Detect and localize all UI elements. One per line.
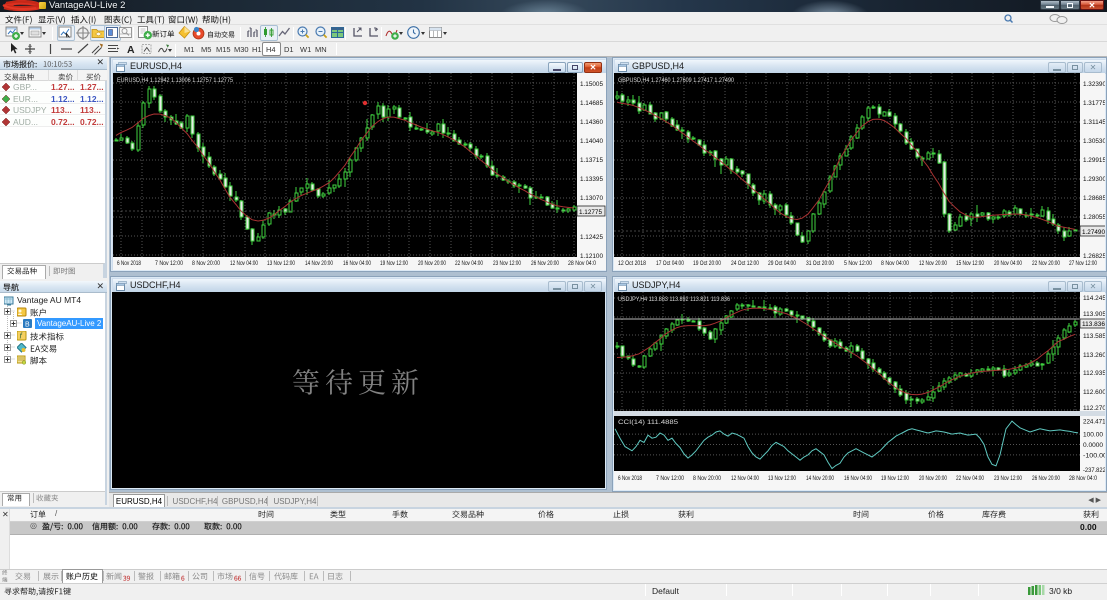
svg-text:20 Nov 04:00: 20 Nov 04:00 [994, 260, 1022, 267]
svg-text:114.245: 114.245 [1083, 295, 1105, 302]
svg-text:12 Nov 20:00: 12 Nov 20:00 [919, 260, 947, 267]
svg-text:1.28055: 1.28055 [1083, 214, 1105, 221]
svg-text:1.14040: 1.14040 [580, 138, 603, 145]
svg-text:22 Nov 04:00: 22 Nov 04:00 [455, 260, 483, 267]
svg-text:113.905: 113.905 [1083, 311, 1105, 318]
svg-text:22 Nov 04:00: 22 Nov 04:00 [956, 475, 984, 482]
svg-text:19 Nov 12:00: 19 Nov 12:00 [881, 475, 909, 482]
svg-text:13 Nov 12:00: 13 Nov 12:00 [768, 475, 796, 482]
svg-text:14 Nov 20:00: 14 Nov 20:00 [806, 475, 834, 482]
svg-text:6 Nov 2018: 6 Nov 2018 [618, 475, 642, 482]
svg-text:113.260: 113.260 [1083, 352, 1105, 359]
svg-text:19 Oct 20:00: 19 Oct 20:00 [693, 260, 721, 267]
svg-text:1.31775: 1.31775 [1083, 100, 1105, 107]
svg-text:100.00: 100.00 [1083, 432, 1104, 439]
svg-text:224.4718: 224.4718 [1083, 419, 1105, 426]
svg-text:12 Nov 04:00: 12 Nov 04:00 [230, 260, 258, 267]
svg-text:112.935: 112.935 [1083, 370, 1105, 377]
svg-text:1.12100: 1.12100 [580, 253, 603, 260]
svg-text:1.12775: 1.12775 [579, 209, 602, 216]
svg-text:19 Nov 12:00: 19 Nov 12:00 [380, 260, 408, 267]
svg-text:-100.00: -100.00 [1083, 452, 1105, 459]
svg-text:24 Oct 12:00: 24 Oct 12:00 [731, 260, 759, 267]
svg-text:16 Nov 04:00: 16 Nov 04:00 [844, 475, 872, 482]
svg-text:112.600: 112.600 [1083, 389, 1105, 396]
svg-text:6 Nov 2018: 6 Nov 2018 [117, 260, 141, 267]
svg-text:EURUSD,H4 1.12942 1.13006 1.12: EURUSD,H4 1.12942 1.13006 1.12757 1.1277… [117, 77, 233, 84]
svg-text:B: B [25, 322, 30, 329]
svg-text:112.270: 112.270 [1083, 405, 1105, 412]
svg-text:1.28685: 1.28685 [1083, 195, 1105, 202]
svg-text:1.31145: 1.31145 [1083, 119, 1105, 126]
svg-text:29 Oct 04:00: 29 Oct 04:00 [768, 260, 796, 267]
svg-text:20 Nov 20:00: 20 Nov 20:00 [418, 260, 446, 267]
svg-text:14 Nov 20:00: 14 Nov 20:00 [305, 260, 333, 267]
svg-text:26 Nov 20:00: 26 Nov 20:00 [1032, 475, 1060, 482]
svg-text:1.14685: 1.14685 [580, 100, 603, 107]
svg-text:1.14360: 1.14360 [580, 119, 603, 126]
svg-text:23 Nov 12:00: 23 Nov 12:00 [493, 260, 521, 267]
svg-text:20 Nov 20:00: 20 Nov 20:00 [919, 475, 947, 482]
svg-text:8 Nov 20:00: 8 Nov 20:00 [693, 475, 721, 482]
svg-text:1.26825: 1.26825 [1083, 253, 1105, 260]
svg-text:1.13395: 1.13395 [580, 176, 603, 183]
svg-text:1.30530: 1.30530 [1083, 138, 1105, 145]
svg-text:28 Nov 04:0: 28 Nov 04:0 [568, 260, 596, 267]
svg-text:7 Nov 12:00: 7 Nov 12:00 [155, 260, 183, 267]
svg-text:USDJPY,H4 113.883 113.892 113.: USDJPY,H4 113.883 113.892 113.821 113.83… [618, 296, 730, 303]
svg-text:CCI(14) 111.4885: CCI(14) 111.4885 [618, 419, 678, 426]
svg-text:7 Nov 12:00: 7 Nov 12:00 [656, 475, 684, 482]
svg-text:17 Oct 04:00: 17 Oct 04:00 [656, 260, 684, 267]
svg-text:1.29300: 1.29300 [1083, 176, 1105, 183]
svg-text:1.13070: 1.13070 [580, 195, 603, 202]
svg-text:5 Nov 12:00: 5 Nov 12:00 [844, 260, 872, 267]
svg-text:28 Nov 04:0: 28 Nov 04:0 [1069, 475, 1097, 482]
svg-text:16 Nov 04:00: 16 Nov 04:00 [343, 260, 371, 267]
svg-text:1.13715: 1.13715 [580, 157, 603, 164]
svg-text:8 Nov 20:00: 8 Nov 20:00 [192, 260, 220, 267]
svg-text:12 Nov 04:00: 12 Nov 04:00 [731, 475, 759, 482]
svg-text:0.0000: 0.0000 [1083, 442, 1104, 449]
svg-text:31 Oct 20:00: 31 Oct 20:00 [806, 260, 834, 267]
svg-text:8 Nov 04:00: 8 Nov 04:00 [881, 260, 909, 267]
svg-text:22 Nov 20:00: 22 Nov 20:00 [1032, 260, 1060, 267]
svg-text:113.585: 113.585 [1083, 333, 1105, 340]
svg-text:GBPUSD,H4 1.27460 1.27609 1.27: GBPUSD,H4 1.27460 1.27609 1.27417 1.2749… [618, 77, 734, 84]
svg-text:12 Oct 2018: 12 Oct 2018 [618, 260, 646, 267]
svg-text:15 Nov 12:00: 15 Nov 12:00 [956, 260, 984, 267]
svg-text:A: A [127, 44, 135, 56]
svg-text:1.32390: 1.32390 [1083, 81, 1105, 88]
svg-text:-237.8227: -237.8227 [1083, 467, 1105, 474]
svg-text:1.12425: 1.12425 [580, 234, 603, 241]
svg-text:1.29915: 1.29915 [1083, 157, 1105, 164]
svg-text:113.836: 113.836 [1082, 321, 1105, 328]
svg-text:1.27490: 1.27490 [1082, 229, 1105, 236]
svg-text:27 Nov 12:00: 27 Nov 12:00 [1069, 260, 1097, 267]
svg-text:26 Nov 20:00: 26 Nov 20:00 [531, 260, 559, 267]
svg-text:23 Nov 12:00: 23 Nov 12:00 [994, 475, 1022, 482]
svg-text:1.15005: 1.15005 [580, 81, 603, 88]
svg-text:13 Nov 12:00: 13 Nov 12:00 [267, 260, 295, 267]
